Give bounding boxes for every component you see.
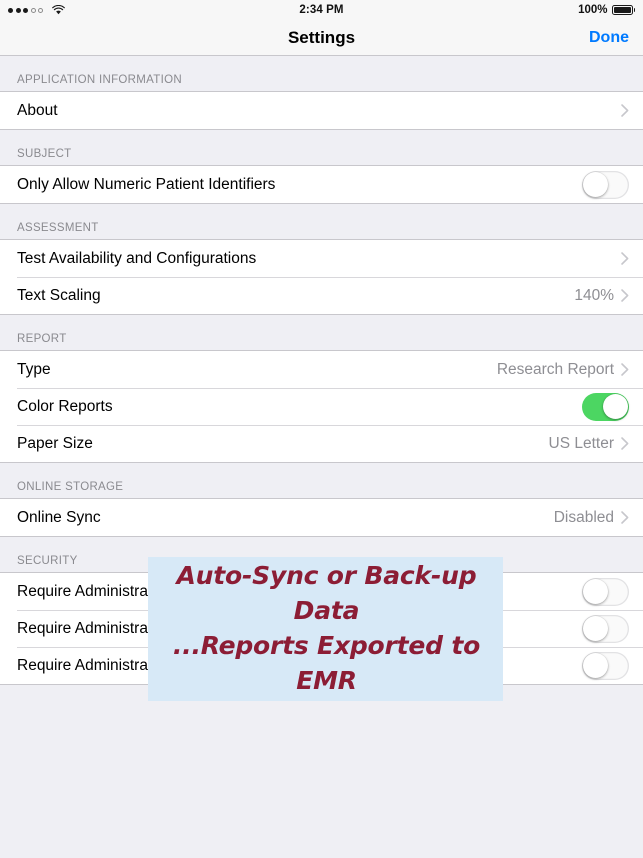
settings-screen: 2:34 PM 100% Settings Done APPLICATION I…: [0, 0, 643, 858]
settings-row-label: Type: [17, 360, 51, 378]
chevron-right-icon: [621, 289, 629, 302]
settings-group: Type Research Report Color Reports Paper Si…: [0, 350, 643, 463]
section-header: SUBJECT: [0, 130, 643, 165]
settings-row-label: About: [17, 101, 58, 119]
battery-percent-label: 100%: [578, 4, 608, 16]
settings-row[interactable]: Color Reports: [0, 388, 643, 425]
settings-row[interactable]: Type Research Report: [0, 351, 643, 388]
settings-row[interactable]: Paper Size US Letter: [0, 425, 643, 462]
annotation-callout: Auto-Sync or Back-up Data ...Reports Exp…: [148, 557, 503, 701]
settings-row-value: US Letter: [548, 434, 614, 452]
settings-row-label: Paper Size: [17, 434, 93, 452]
settings-row-value: Research Report: [496, 360, 614, 378]
settings-group: Online Sync Disabled: [0, 498, 643, 537]
settings-row-label: Online Sync: [17, 508, 101, 526]
page-title: Settings: [287, 27, 356, 47]
section-header: ASSESSMENT: [0, 204, 643, 239]
settings-toggle[interactable]: [582, 392, 629, 421]
settings-group: Test Availability and Configurations Text…: [0, 239, 643, 315]
toggle-knob: [583, 652, 609, 678]
settings-toggle[interactable]: [582, 577, 629, 606]
status-bar: 2:34 PM 100%: [0, 0, 643, 20]
done-button[interactable]: Done: [589, 29, 629, 47]
settings-group: About: [0, 91, 643, 130]
chevron-right-icon: [621, 511, 629, 524]
settings-row[interactable]: About: [0, 92, 643, 129]
status-bar-time: 2:34 PM: [299, 4, 344, 16]
section-header: ONLINE STORAGE: [0, 463, 643, 498]
chevron-right-icon: [621, 104, 629, 117]
section-header: APPLICATION INFORMATION: [0, 56, 643, 91]
settings-row[interactable]: Online Sync Disabled: [0, 499, 643, 536]
toggle-knob: [602, 393, 628, 419]
settings-row[interactable]: Test Availability and Configurations: [0, 240, 643, 277]
settings-row[interactable]: Text Scaling 140%: [0, 277, 643, 314]
settings-row-label: Test Availability and Configurations: [17, 249, 257, 267]
toggle-knob: [583, 578, 609, 604]
annotation-line-1: Auto-Sync or Back-up Data: [176, 561, 477, 625]
chevron-right-icon: [621, 437, 629, 450]
settings-toggle[interactable]: [582, 651, 629, 680]
section-header: REPORT: [0, 315, 643, 350]
chevron-right-icon: [621, 252, 629, 265]
toggle-knob: [583, 615, 609, 641]
settings-row-label: Color Reports: [17, 397, 113, 415]
settings-group: Only Allow Numeric Patient Identifiers: [0, 165, 643, 204]
settings-row[interactable]: Only Allow Numeric Patient Identifiers: [0, 166, 643, 203]
navigation-bar: Settings Done: [0, 20, 643, 56]
chevron-right-icon: [621, 363, 629, 376]
settings-row-label: Only Allow Numeric Patient Identifiers: [17, 175, 276, 193]
battery-full-icon: [611, 5, 635, 15]
settings-row-value: 140%: [574, 286, 614, 304]
settings-row-label: Text Scaling: [17, 286, 101, 304]
settings-toggle[interactable]: [582, 614, 629, 643]
toggle-knob: [583, 171, 609, 197]
settings-row-value: Disabled: [553, 508, 614, 526]
status-bar-right: 100%: [578, 4, 635, 16]
settings-toggle[interactable]: [582, 170, 629, 199]
annotation-line-2: ...Reports Exported to EMR: [172, 631, 481, 695]
